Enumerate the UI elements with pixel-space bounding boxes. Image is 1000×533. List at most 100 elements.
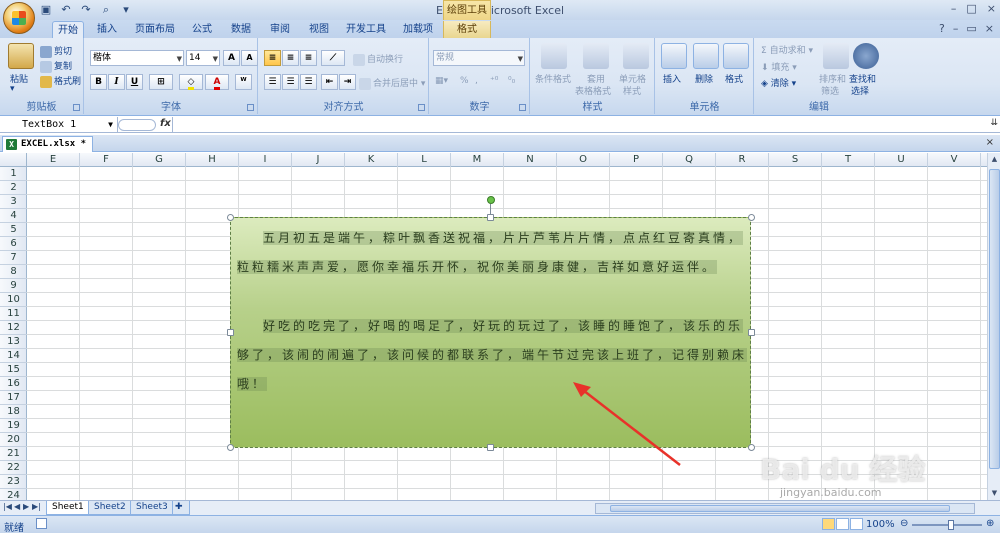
- row-header-22[interactable]: 22: [0, 461, 27, 475]
- clipboard-launcher-icon[interactable]: [73, 104, 80, 111]
- column-header-m[interactable]: M: [451, 153, 504, 167]
- row-header-8[interactable]: 8: [0, 265, 27, 279]
- resize-handle-left[interactable]: [227, 329, 234, 336]
- resize-handle-bottom-right[interactable]: [748, 444, 755, 451]
- tab-review[interactable]: 审阅: [266, 21, 294, 38]
- column-header-u[interactable]: U: [875, 153, 928, 167]
- tab-data[interactable]: 数据: [227, 21, 255, 38]
- row-header-21[interactable]: 21: [0, 447, 27, 461]
- comma-button[interactable]: ,: [475, 76, 478, 86]
- textbox-paragraph-1[interactable]: 五月初五是端午，粽叶飘香送祝福，片片芦苇片片情，点点红豆寄真情，粒粒糯米声声爱，…: [237, 224, 747, 282]
- cut-button[interactable]: 剪切: [40, 44, 72, 58]
- align-bottom-button[interactable]: ≡: [300, 50, 317, 66]
- align-top-button[interactable]: ≡: [264, 50, 281, 66]
- copy-button[interactable]: 复制: [40, 59, 72, 73]
- resize-handle-top[interactable]: [487, 214, 494, 221]
- row-header-1[interactable]: 1: [0, 167, 27, 181]
- column-header-s[interactable]: S: [769, 153, 822, 167]
- increase-decimal-button[interactable]: ⁺⁰: [490, 76, 498, 86]
- row-header-6[interactable]: 6: [0, 237, 27, 251]
- row-header-4[interactable]: 4: [0, 209, 27, 223]
- column-header-g[interactable]: G: [133, 153, 186, 167]
- decrease-decimal-button[interactable]: ⁰₀: [508, 76, 515, 86]
- horizontal-scroll-thumb[interactable]: [610, 505, 950, 512]
- resize-handle-top-left[interactable]: [227, 214, 234, 221]
- row-header-23[interactable]: 23: [0, 475, 27, 489]
- table-format-button-2[interactable]: 表格格式: [575, 84, 611, 97]
- resize-handle-right[interactable]: [748, 329, 755, 336]
- format-painter-button[interactable]: 格式刷: [40, 74, 81, 88]
- row-header-15[interactable]: 15: [0, 363, 27, 377]
- number-launcher-icon[interactable]: [519, 104, 526, 111]
- resize-handle-bottom[interactable]: [487, 444, 494, 451]
- font-name-select[interactable]: 楷体 ▼: [90, 50, 184, 66]
- alignment-launcher-icon[interactable]: [418, 104, 425, 111]
- next-sheet-icon[interactable]: ▶: [23, 502, 29, 511]
- decrease-indent-button[interactable]: ⇤: [321, 74, 338, 90]
- column-header-l[interactable]: L: [398, 153, 451, 167]
- zoom-level[interactable]: 100%: [866, 519, 895, 530]
- row-header-17[interactable]: 17: [0, 391, 27, 405]
- zoom-slider-knob[interactable]: [948, 520, 954, 530]
- font-size-select[interactable]: 14 ▼: [186, 50, 220, 66]
- sort-filter-button-2[interactable]: 筛选: [821, 84, 839, 97]
- grow-font-button[interactable]: A: [223, 50, 240, 66]
- page-layout-view-button[interactable]: [836, 518, 849, 530]
- row-header-3[interactable]: 3: [0, 195, 27, 209]
- column-header-i[interactable]: I: [239, 153, 292, 167]
- close-button[interactable]: ×: [987, 2, 996, 15]
- column-header-o[interactable]: O: [557, 153, 610, 167]
- bold-button[interactable]: B: [90, 74, 107, 90]
- select-all-corner[interactable]: [0, 153, 27, 167]
- tab-format[interactable]: 格式: [443, 21, 491, 38]
- row-header-11[interactable]: 11: [0, 307, 27, 321]
- align-right-button[interactable]: ☰: [300, 74, 317, 90]
- format-cells-button[interactable]: 格式: [725, 72, 743, 85]
- macro-record-icon[interactable]: [36, 518, 47, 529]
- tab-addins[interactable]: 加载项: [399, 21, 437, 38]
- row-header-18[interactable]: 18: [0, 405, 27, 419]
- row-header-19[interactable]: 19: [0, 419, 27, 433]
- currency-button[interactable]: ▦▾: [435, 76, 448, 86]
- zoom-in-icon[interactable]: ⊕: [986, 518, 994, 529]
- wrap-text-button[interactable]: 自动换行: [353, 52, 403, 66]
- row-header-7[interactable]: 7: [0, 251, 27, 265]
- increase-indent-button[interactable]: ⇥: [339, 74, 356, 90]
- tab-insert[interactable]: 插入: [92, 21, 122, 38]
- row-header-20[interactable]: 20: [0, 433, 27, 447]
- sheet-tab-sheet3[interactable]: Sheet3: [130, 501, 174, 515]
- resize-handle-top-right[interactable]: [748, 214, 755, 221]
- find-select-button-2[interactable]: 选择: [851, 84, 869, 97]
- row-header-2[interactable]: 2: [0, 181, 27, 195]
- sheet-tab-sheet1[interactable]: Sheet1: [46, 501, 90, 515]
- tab-view[interactable]: 视图: [305, 21, 333, 38]
- zoom-slider[interactable]: [912, 520, 982, 530]
- formula-input[interactable]: [172, 117, 984, 133]
- rotation-handle[interactable]: [487, 196, 495, 204]
- tab-home[interactable]: 开始: [52, 21, 84, 38]
- column-header-p[interactable]: P: [610, 153, 663, 167]
- merge-center-button[interactable]: 合并后居中 ▾: [359, 76, 425, 90]
- column-header-f[interactable]: F: [80, 153, 133, 167]
- border-button[interactable]: ⊞: [149, 74, 173, 90]
- name-box[interactable]: TextBox 1 ▼: [0, 117, 118, 133]
- row-header-9[interactable]: 9: [0, 279, 27, 293]
- column-header-t[interactable]: T: [822, 153, 875, 167]
- delete-cells-button[interactable]: 删除: [695, 72, 713, 85]
- cell-style-button-2[interactable]: 样式: [623, 84, 641, 97]
- column-header-n[interactable]: N: [504, 153, 557, 167]
- align-left-button[interactable]: ☰: [264, 74, 281, 90]
- row-header-14[interactable]: 14: [0, 349, 27, 363]
- phonetic-button[interactable]: ᵂ: [235, 74, 252, 90]
- orientation-button[interactable]: ⟋: [321, 50, 345, 66]
- row-header-13[interactable]: 13: [0, 335, 27, 349]
- fill-color-button[interactable]: ◇: [179, 74, 203, 90]
- workbook-tab[interactable]: X EXCEL.xlsx *: [2, 136, 94, 152]
- number-format-select[interactable]: 常规 ▼: [433, 50, 525, 66]
- align-middle-button[interactable]: ≡: [282, 50, 299, 66]
- row-header-16[interactable]: 16: [0, 377, 27, 391]
- row-header-10[interactable]: 10: [0, 293, 27, 307]
- tab-formulas[interactable]: 公式: [188, 21, 216, 38]
- prev-sheet-icon[interactable]: ◀: [14, 502, 20, 511]
- formula-bar-circle-button[interactable]: [118, 119, 156, 131]
